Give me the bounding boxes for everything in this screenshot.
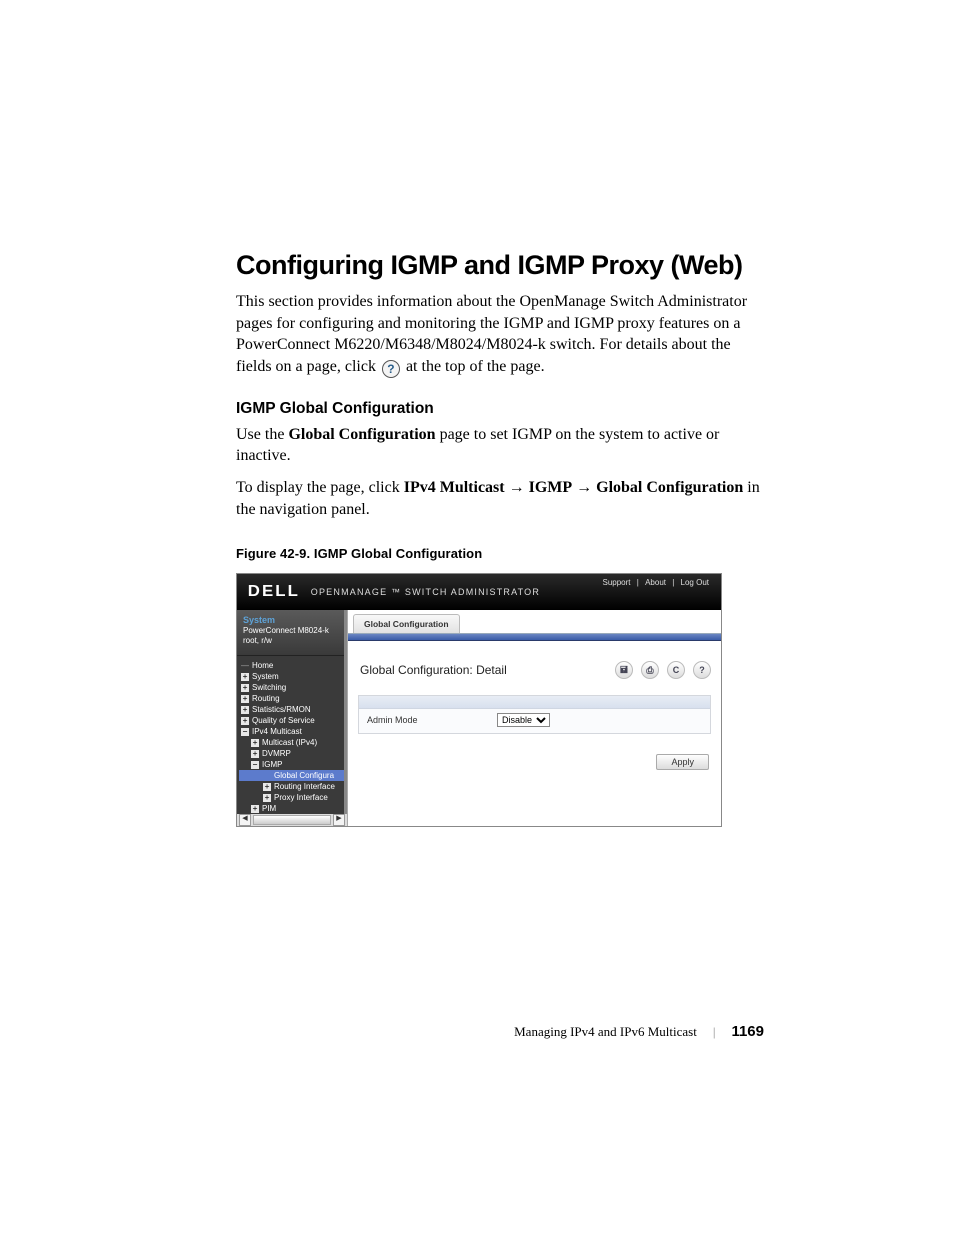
app-title: OPENMANAGE ™ SWITCH ADMINISTRATOR bbox=[311, 587, 540, 597]
expand-icon[interactable]: + bbox=[241, 684, 249, 692]
scroll-thumb[interactable] bbox=[253, 815, 331, 825]
apply-button[interactable]: Apply bbox=[656, 754, 709, 770]
tree-item[interactable]: +Multicast (IPv4) bbox=[239, 737, 345, 748]
tree-item[interactable]: −IPv4 Multicast bbox=[239, 726, 345, 737]
expand-icon[interactable]: + bbox=[241, 673, 249, 681]
tree-item-label: Routing bbox=[252, 694, 280, 703]
tree-item-label: Home bbox=[252, 661, 273, 670]
usage-paragraph: Use the Global Configuration page to set… bbox=[236, 424, 764, 467]
expand-icon[interactable]: + bbox=[251, 739, 259, 747]
model-label: PowerConnect M8024-k bbox=[243, 626, 341, 636]
navigation-paragraph: To display the page, click IPv4 Multicas… bbox=[236, 477, 764, 520]
toolbar: 🖬 ⎙ C ? bbox=[615, 661, 711, 679]
tree-item-label: Global Configura bbox=[274, 771, 334, 780]
admin-mode-select[interactable]: Disable bbox=[497, 713, 550, 727]
leaf-icon: — bbox=[241, 662, 249, 670]
help-icon: ? bbox=[382, 360, 400, 378]
sidebar-scrollbar[interactable]: ◀ ▶ bbox=[237, 814, 347, 826]
tree-item[interactable]: +DVMRP bbox=[239, 748, 345, 759]
user-label: root, r/w bbox=[243, 636, 341, 646]
tree-item-label: IGMP bbox=[262, 760, 282, 769]
p2a: Use the bbox=[236, 426, 288, 443]
arrow-icon: → bbox=[509, 479, 525, 496]
tree-item-label: Quality of Service bbox=[252, 716, 315, 725]
tree-item[interactable]: +Proxy Interface bbox=[239, 792, 345, 803]
expand-icon[interactable]: + bbox=[251, 805, 259, 813]
section-subhead: IGMP Global Configuration bbox=[236, 400, 764, 418]
expand-icon[interactable]: + bbox=[241, 695, 249, 703]
tree-item[interactable]: +Statistics/RMON bbox=[239, 704, 345, 715]
nav-tree: —Home+System+Switching+Routing+Statistic… bbox=[237, 656, 347, 826]
form-header-row bbox=[359, 696, 710, 709]
tree-item-label: Statistics/RMON bbox=[252, 705, 311, 714]
expand-icon[interactable]: + bbox=[241, 717, 249, 725]
expand-icon[interactable]: + bbox=[251, 750, 259, 758]
scroll-left-icon[interactable]: ◀ bbox=[239, 814, 251, 826]
tree-item[interactable]: +Quality of Service bbox=[239, 715, 345, 726]
page-title: Configuring IGMP and IGMP Proxy (Web) bbox=[236, 250, 764, 281]
admin-mode-row: Admin Mode Disable bbox=[359, 709, 710, 733]
scroll-right-icon[interactable]: ▶ bbox=[333, 814, 345, 826]
intro-text-2: at the top of the page. bbox=[406, 358, 545, 375]
tree-item[interactable]: −IGMP bbox=[239, 759, 345, 770]
tree-item-label: System bbox=[252, 672, 279, 681]
p2b: Global Configuration bbox=[288, 426, 435, 443]
tree-item-label: IPv4 Multicast bbox=[252, 727, 302, 736]
tree-item[interactable]: +Routing bbox=[239, 693, 345, 704]
tree-item-label: Multicast (IPv4) bbox=[262, 738, 317, 747]
tab-global-configuration[interactable]: Global Configuration bbox=[353, 614, 460, 633]
sep: | bbox=[672, 578, 674, 587]
footer-page-number: 1169 bbox=[731, 1023, 764, 1040]
refresh-icon[interactable]: C bbox=[667, 661, 685, 679]
nav2: IGMP bbox=[529, 479, 573, 496]
nav3: Global Configuration bbox=[596, 479, 743, 496]
tree-item-label: Routing Interface bbox=[274, 782, 335, 791]
screenshot-frame: DELL OPENMANAGE ™ SWITCH ADMINISTRATOR S… bbox=[236, 573, 722, 827]
collapse-icon[interactable]: − bbox=[251, 761, 259, 769]
tree-item-label: DVMRP bbox=[262, 749, 291, 758]
support-link[interactable]: Support bbox=[603, 578, 631, 587]
p3a: To display the page, click bbox=[236, 479, 404, 496]
tree-item[interactable]: +PIM bbox=[239, 803, 345, 814]
about-link[interactable]: About bbox=[645, 578, 666, 587]
nav1: IPv4 Multicast bbox=[404, 479, 505, 496]
nav-sidebar: System PowerConnect M8024-k root, r/w —H… bbox=[237, 610, 347, 826]
expand-icon[interactable]: + bbox=[241, 706, 249, 714]
intro-paragraph: This section provides information about … bbox=[236, 291, 764, 378]
figure-caption: Figure 42-9. IGMP Global Configuration bbox=[236, 546, 764, 561]
print-icon[interactable]: ⎙ bbox=[641, 661, 659, 679]
dell-logo: DELL bbox=[235, 583, 312, 601]
tree-item-label: Switching bbox=[252, 683, 286, 692]
sep: | bbox=[637, 578, 639, 587]
tree-item[interactable]: +Routing Interface bbox=[239, 781, 345, 792]
footer-separator: | bbox=[713, 1024, 716, 1040]
detail-title: Global Configuration: Detail bbox=[360, 663, 507, 677]
footer-section: Managing IPv4 and IPv6 Multicast bbox=[514, 1024, 697, 1040]
expand-icon[interactable]: + bbox=[263, 783, 271, 791]
tree-item[interactable]: +System bbox=[239, 671, 345, 682]
arrow-icon: → bbox=[576, 479, 592, 496]
admin-mode-label: Admin Mode bbox=[367, 715, 497, 725]
tree-item-label: PIM bbox=[262, 804, 276, 813]
system-label: System bbox=[243, 615, 341, 626]
app-header: DELL OPENMANAGE ™ SWITCH ADMINISTRATOR S… bbox=[237, 574, 721, 610]
content-pane: Global Configuration Global Configuratio… bbox=[347, 610, 721, 826]
logout-link[interactable]: Log Out bbox=[681, 578, 709, 587]
tree-item-label: Proxy Interface bbox=[274, 793, 328, 802]
sidebar-system-block: System PowerConnect M8024-k root, r/w bbox=[237, 610, 347, 656]
collapse-icon[interactable]: − bbox=[241, 728, 249, 736]
tab-strip bbox=[348, 633, 721, 641]
form-area: Admin Mode Disable bbox=[358, 695, 711, 734]
expand-icon[interactable]: + bbox=[263, 794, 271, 802]
tree-item[interactable]: Global Configura bbox=[239, 770, 345, 781]
save-icon[interactable]: 🖬 bbox=[615, 661, 633, 679]
tree-item[interactable]: +Switching bbox=[239, 682, 345, 693]
tree-item[interactable]: —Home bbox=[239, 660, 345, 671]
header-links: Support | About | Log Out bbox=[601, 578, 712, 587]
page-footer: Managing IPv4 and IPv6 Multicast | 1169 bbox=[514, 1023, 764, 1040]
help-icon[interactable]: ? bbox=[693, 661, 711, 679]
